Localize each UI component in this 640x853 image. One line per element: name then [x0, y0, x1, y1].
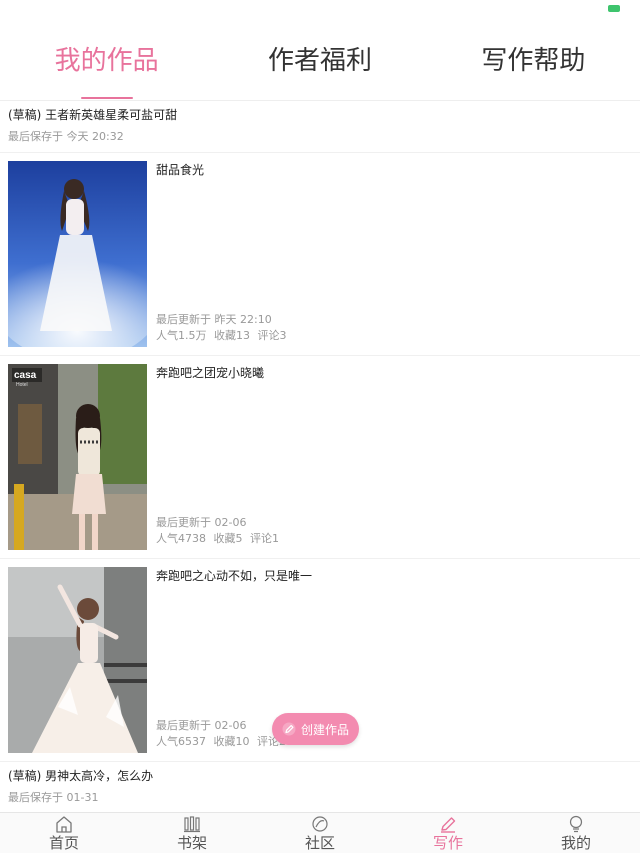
draft-item[interactable]: (草稿) 男神太高冷，怎么办 最后保存于 01-31 — [0, 762, 640, 812]
work-item[interactable]: casa Hotel 奔跑吧之团宠小晓曦 最后更新于 02-06 人气4738 … — [0, 356, 640, 559]
active-tab-indicator — [80, 97, 133, 99]
work-cover-image: casa Hotel — [8, 364, 147, 550]
work-favorites: 收藏13 — [214, 329, 250, 342]
work-favorites: 收藏10 — [213, 735, 250, 748]
nav-label: 书架 — [176, 834, 207, 852]
bookshelf-icon — [184, 816, 200, 833]
cover-logo-text: casa — [14, 370, 37, 381]
work-popularity: 人气6537 — [156, 735, 206, 748]
work-favorites: 收藏5 — [213, 532, 243, 545]
nav-label: 我的 — [560, 834, 591, 852]
tab-label: 我的作品 — [54, 46, 159, 76]
work-cover-image — [8, 161, 147, 347]
draft-saved-time: 最后保存于 今天 20:32 — [8, 130, 124, 143]
work-cover-image — [8, 567, 147, 753]
home-icon — [56, 816, 72, 833]
battery-icon — [608, 5, 620, 12]
work-item[interactable]: 甜品食光 最后更新于 昨天 22:10 人气1.5万 收藏13 评论3 — [0, 153, 640, 356]
status-bar — [0, 0, 640, 22]
nav-label: 社区 — [304, 834, 335, 852]
community-icon — [312, 816, 328, 832]
tab-label: 写作帮助 — [481, 46, 586, 76]
write-icon — [441, 817, 456, 833]
create-work-label: 创建作品 — [300, 722, 349, 737]
tab-my-works[interactable]: 我的作品 — [0, 22, 213, 100]
nav-bookshelf[interactable]: 书架 — [128, 813, 256, 853]
nav-profile[interactable]: 我的 — [512, 813, 640, 853]
tab-label: 作者福利 — [267, 46, 372, 76]
cover-logo-subtext: Hotel — [16, 382, 28, 388]
work-updated-time: 最后更新于 02-06 — [156, 516, 247, 529]
nav-home[interactable]: 首页 — [0, 813, 128, 853]
work-comments: 评论3 — [257, 329, 287, 342]
work-popularity: 人气1.5万 — [156, 329, 207, 342]
bottom-nav: 首页 书架 社区 写作 我的 — [0, 812, 640, 853]
pencil-icon — [282, 722, 296, 736]
work-updated-time: 最后更新于 02-06 — [156, 719, 247, 732]
work-title: 奔跑吧之心动不如，只是唯一 — [156, 569, 313, 583]
draft-title: (草稿) 王者新英雄星柔可盐可甜 — [8, 108, 178, 122]
work-updated-time: 最后更新于 昨天 22:10 — [156, 313, 272, 326]
nav-community[interactable]: 社区 — [256, 813, 384, 853]
draft-saved-time: 最后保存于 01-31 — [8, 791, 99, 804]
work-popularity: 人气4738 — [156, 532, 206, 545]
nav-label: 写作 — [432, 834, 463, 852]
draft-item[interactable]: (草稿) 王者新英雄星柔可盐可甜 最后保存于 今天 20:32 — [0, 101, 640, 153]
tab-author-benefits[interactable]: 作者福利 — [213, 22, 426, 100]
work-comments: 评论1 — [250, 532, 279, 545]
draft-title: (草稿) 男神太高冷，怎么办 — [8, 769, 154, 783]
work-stats: 人气6537 收藏10 评论2 — [156, 735, 286, 749]
create-work-button[interactable]: 创建作品 — [272, 713, 359, 745]
tab-writing-help[interactable]: 写作帮助 — [427, 22, 640, 100]
works-list: (草稿) 王者新英雄星柔可盐可甜 最后保存于 今天 20:32 甜品食光 最后更… — [0, 101, 640, 812]
work-stats: 人气4738 收藏5 评论1 — [156, 532, 279, 546]
work-title: 奔跑吧之团宠小晓曦 — [156, 366, 265, 380]
work-stats: 人气1.5万 收藏13 评论3 — [156, 329, 287, 343]
top-tabs: 我的作品 作者福利 写作帮助 — [0, 22, 640, 101]
work-title: 甜品食光 — [156, 163, 205, 177]
nav-label: 首页 — [48, 834, 79, 852]
profile-icon — [569, 815, 583, 833]
nav-write[interactable]: 写作 — [384, 813, 512, 853]
